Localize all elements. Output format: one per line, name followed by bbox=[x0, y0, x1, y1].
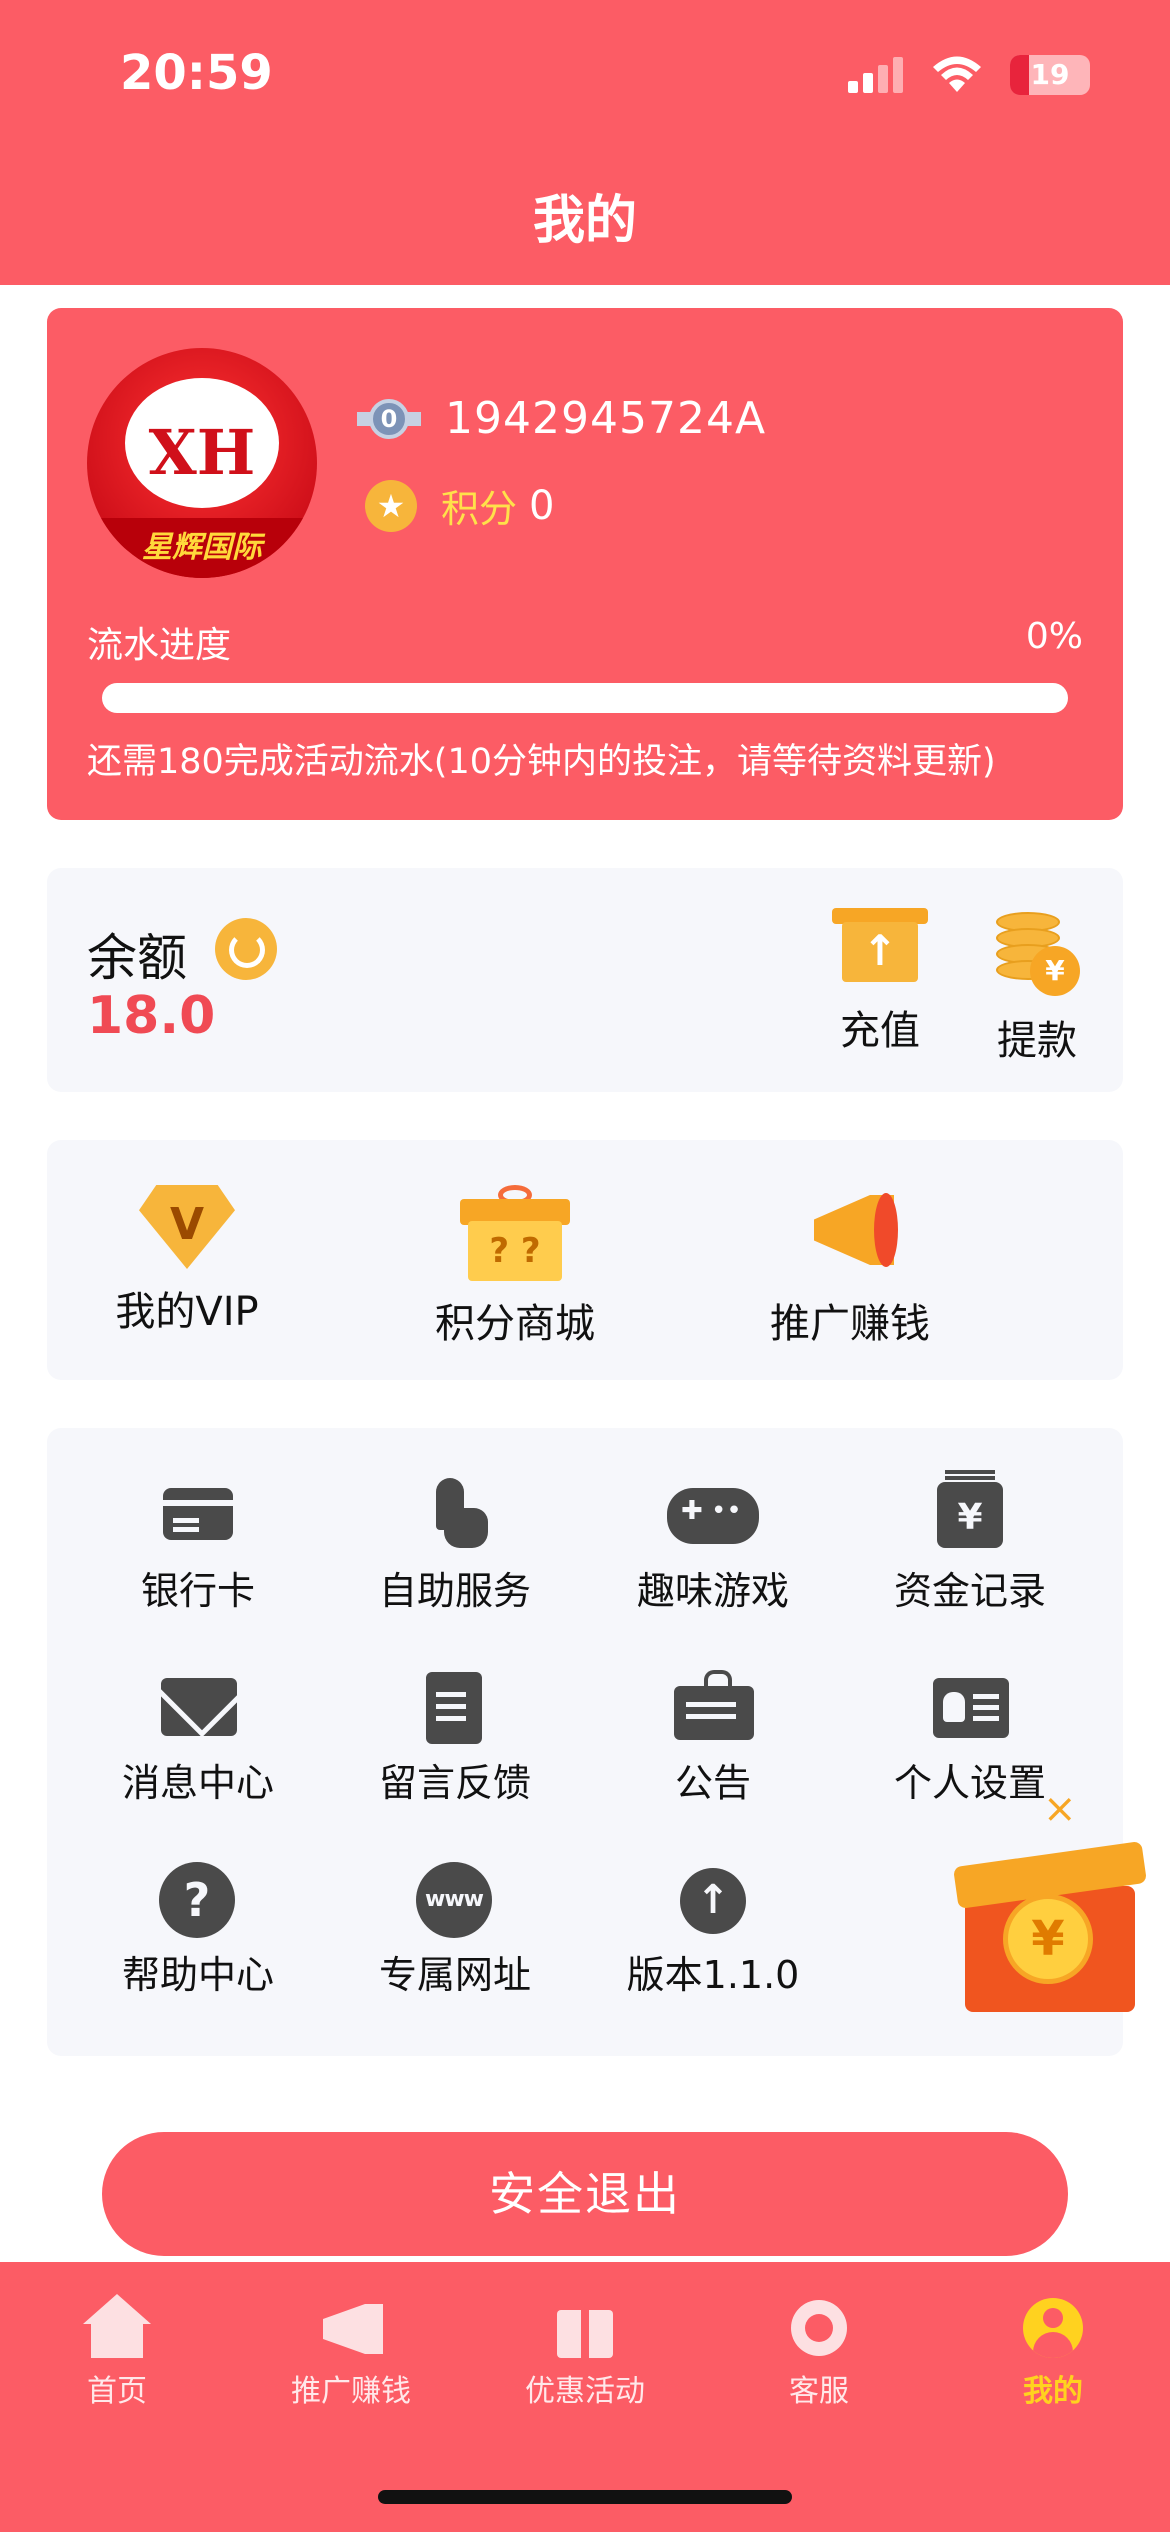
megaphone-icon bbox=[323, 2304, 383, 2354]
help-icon: ? bbox=[159, 1862, 235, 1938]
grid-label: 专属网址 bbox=[378, 1953, 531, 1997]
tab-label: 推广赚钱 bbox=[291, 2374, 411, 2409]
megaphone-icon bbox=[800, 1185, 900, 1281]
gift-box-icon: ? ? bbox=[460, 1185, 570, 1281]
withdraw-label: 提款 bbox=[997, 1018, 1077, 1064]
balance-value: 18.0 bbox=[87, 986, 216, 1046]
status-bar: 20:59 19 bbox=[0, 0, 1170, 150]
grid-label: 资金记录 bbox=[893, 1569, 1046, 1613]
tab-customer-service[interactable]: 客服 bbox=[734, 2296, 904, 2410]
id-card-icon bbox=[933, 1678, 1009, 1738]
points-row: ★ 积分 0 bbox=[357, 478, 554, 533]
nav-bar: 我的 bbox=[0, 150, 1170, 285]
gamepad-icon bbox=[667, 1488, 759, 1544]
notice-board-icon bbox=[674, 1670, 754, 1740]
tab-promotions[interactable]: 优惠活动 bbox=[500, 2296, 670, 2410]
grid-label: 公告 bbox=[674, 1761, 751, 1805]
status-icons: 19 bbox=[848, 55, 1090, 95]
grid-item-messages[interactable]: 消息中心 bbox=[93, 1670, 303, 1807]
gift-icon bbox=[557, 2310, 613, 2358]
grid-item-bank-card[interactable]: 银行卡 bbox=[93, 1478, 303, 1615]
cellular-signal-icon bbox=[848, 57, 903, 93]
tab-promote[interactable]: 推广赚钱 bbox=[266, 2296, 436, 2410]
recharge-button[interactable]: 充值 bbox=[820, 908, 940, 1056]
balance-card: 余额 18.0 充值 ¥ 提款 bbox=[47, 868, 1123, 1092]
home-indicator[interactable] bbox=[378, 2490, 792, 2504]
points-mall-button[interactable]: ? ? 积分商城 bbox=[405, 1185, 625, 1349]
avatar-logo-bg: XH bbox=[125, 378, 279, 508]
grid-item-exclusive-url[interactable]: www 专属网址 bbox=[350, 1862, 560, 1999]
user-id: 1942945724A bbox=[445, 393, 767, 444]
grid-item-fund-records[interactable]: ¥ 资金记录 bbox=[865, 1476, 1075, 1615]
tab-label: 首页 bbox=[87, 2374, 147, 2409]
refresh-icon[interactable] bbox=[215, 918, 277, 980]
battery-percent: 19 bbox=[1030, 58, 1070, 91]
mail-icon bbox=[161, 1678, 237, 1736]
www-icon: www bbox=[416, 1862, 492, 1938]
feature-card: V 我的VIP ? ? 积分商城 推广赚钱 bbox=[47, 1140, 1123, 1380]
vip-diamond-icon: V bbox=[139, 1185, 235, 1269]
promo-float-button[interactable]: × ¥ bbox=[953, 1786, 1155, 2022]
tab-mine[interactable]: 我的 bbox=[968, 2296, 1138, 2410]
feature-label: 推广赚钱 bbox=[770, 1301, 930, 1347]
level-badge-icon: 0 bbox=[357, 394, 421, 444]
status-time: 20:59 bbox=[120, 45, 273, 101]
avatar-logo-text: XH bbox=[148, 416, 256, 489]
points-label: 积分 bbox=[441, 487, 518, 531]
grid-item-version[interactable]: ↑ 版本1.1.0 bbox=[608, 1862, 818, 1999]
progress-bar bbox=[102, 683, 1068, 713]
grid-item-fun-games[interactable]: 趣味游戏 bbox=[608, 1478, 818, 1615]
progress-label: 流水进度 bbox=[87, 625, 232, 666]
user-icon bbox=[1023, 2298, 1083, 2358]
coins-icon: ¥ bbox=[992, 908, 1082, 998]
grid-item-announcements[interactable]: 公告 bbox=[608, 1670, 818, 1807]
grid-label: 版本1.1.0 bbox=[626, 1953, 800, 1997]
grid-item-self-service[interactable]: 自助服务 bbox=[350, 1478, 560, 1615]
recharge-label: 充值 bbox=[840, 1008, 920, 1054]
coin-icon: ¥ bbox=[1003, 1894, 1093, 1984]
grid-label: 消息中心 bbox=[121, 1761, 274, 1805]
battery-indicator: 19 bbox=[1010, 55, 1090, 95]
progress-note: 还需180完成活动流水(10分钟内的投注，请等待资料更新) bbox=[87, 742, 996, 782]
tab-home[interactable]: 首页 bbox=[32, 2296, 202, 2410]
logout-button[interactable]: 安全退出 bbox=[102, 2132, 1068, 2256]
upload-icon: ↑ bbox=[680, 1868, 746, 1934]
my-vip-button[interactable]: V 我的VIP bbox=[77, 1185, 297, 1337]
home-icon bbox=[91, 2320, 143, 2358]
wifi-icon bbox=[933, 56, 981, 92]
tap-hand-icon bbox=[436, 1478, 488, 1548]
grid-item-feedback[interactable]: 留言反馈 bbox=[350, 1670, 560, 1807]
avatar[interactable]: XH 星辉国际 bbox=[87, 348, 317, 578]
user-id-row: 0 1942945724A bbox=[357, 393, 766, 444]
headset-icon bbox=[791, 2300, 847, 2356]
grid-label: 银行卡 bbox=[140, 1569, 255, 1613]
feature-label: 积分商城 bbox=[435, 1301, 595, 1347]
balance-label: 余额 bbox=[87, 929, 187, 987]
feature-label: 我的VIP bbox=[115, 1289, 259, 1335]
star-icon: ★ bbox=[365, 479, 417, 532]
recharge-icon bbox=[832, 908, 928, 988]
promote-earn-button[interactable]: 推广赚钱 bbox=[740, 1185, 960, 1349]
close-icon[interactable]: × bbox=[1043, 1786, 1077, 1832]
tab-label: 优惠活动 bbox=[525, 2374, 645, 2409]
avatar-band-text: 星辉国际 bbox=[142, 530, 262, 565]
page-title: 我的 bbox=[532, 191, 637, 251]
bank-card-icon bbox=[163, 1488, 233, 1540]
tab-label: 客服 bbox=[789, 2374, 849, 2409]
progress-percent: 0% bbox=[1025, 616, 1083, 657]
grid-label: 趣味游戏 bbox=[636, 1569, 789, 1613]
grid-item-help-center[interactable]: ? 帮助中心 bbox=[93, 1862, 303, 1999]
profile-card: XH 星辉国际 0 1942945724A ★ 积分 0 流水进度 0% 还需1… bbox=[47, 308, 1123, 820]
points-value: 0 bbox=[529, 482, 555, 529]
grid-label: 留言反馈 bbox=[378, 1761, 531, 1805]
ledger-icon: ¥ bbox=[937, 1476, 1003, 1548]
grid-label: 帮助中心 bbox=[121, 1953, 274, 1997]
grid-label: 自助服务 bbox=[378, 1569, 531, 1613]
withdraw-button[interactable]: ¥ 提款 bbox=[977, 908, 1097, 1066]
level-badge-value: 0 bbox=[369, 398, 409, 439]
tab-label: 我的 bbox=[1023, 2374, 1083, 2409]
feedback-doc-icon bbox=[426, 1672, 482, 1744]
